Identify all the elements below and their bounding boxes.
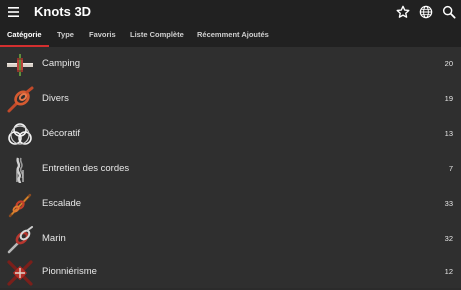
category-row-pionnierisme[interactable]: Pionniérisme 12 bbox=[0, 255, 461, 290]
category-label: Divers bbox=[42, 93, 69, 104]
category-count: 12 bbox=[444, 267, 453, 276]
tab-categorie[interactable]: Catégorie bbox=[7, 25, 42, 47]
globe-icon[interactable] bbox=[418, 4, 434, 20]
category-row-camping[interactable]: Camping 20 bbox=[0, 47, 461, 82]
decoratif-knot-icon bbox=[8, 123, 32, 145]
tab-recemment-ajoutes[interactable]: Récemment Ajoutés bbox=[197, 25, 269, 47]
app-bar: Knots 3D bbox=[0, 0, 461, 25]
category-label: Camping bbox=[42, 58, 81, 69]
category-count: 13 bbox=[444, 129, 453, 138]
category-count: 19 bbox=[444, 94, 453, 103]
camping-knot-icon bbox=[7, 54, 33, 76]
tab-liste-complete[interactable]: Liste Complète bbox=[130, 25, 184, 47]
entretien-knot-icon bbox=[16, 157, 24, 184]
search-icon[interactable] bbox=[441, 4, 457, 20]
divers-knot-icon bbox=[7, 86, 34, 113]
category-row-marin[interactable]: Marin 32 bbox=[0, 222, 461, 257]
category-label: Décoratif bbox=[42, 128, 81, 139]
category-count: 20 bbox=[444, 59, 453, 68]
category-list: Camping 20 Divers 19 Décoratif 13 Entret… bbox=[0, 47, 461, 288]
escalade-knot-icon bbox=[8, 193, 32, 218]
app-title: Knots 3D bbox=[34, 4, 92, 19]
category-label: Pionniérisme bbox=[42, 266, 97, 277]
category-row-escalade[interactable]: Escalade 33 bbox=[0, 187, 461, 222]
tab-type[interactable]: Type bbox=[57, 25, 74, 47]
pionnierisme-knot-icon bbox=[7, 260, 33, 286]
category-label: Escalade bbox=[42, 198, 82, 209]
category-row-decoratif[interactable]: Décoratif 13 bbox=[0, 117, 461, 152]
category-label: Marin bbox=[42, 233, 66, 244]
category-count: 32 bbox=[444, 234, 453, 243]
menu-icon[interactable] bbox=[8, 7, 19, 17]
category-row-entretien-des-cordes[interactable]: Entretien des cordes 7 bbox=[0, 152, 461, 187]
category-count: 33 bbox=[444, 199, 453, 208]
category-label: Entretien des cordes bbox=[42, 163, 130, 174]
marin-knot-icon bbox=[7, 226, 33, 254]
star-icon[interactable] bbox=[395, 4, 411, 20]
category-row-divers[interactable]: Divers 19 bbox=[0, 82, 461, 117]
tab-bar: Catégorie Type Favoris Liste Complète Ré… bbox=[0, 25, 461, 47]
tab-favoris[interactable]: Favoris bbox=[89, 25, 116, 47]
category-count: 7 bbox=[448, 164, 453, 173]
